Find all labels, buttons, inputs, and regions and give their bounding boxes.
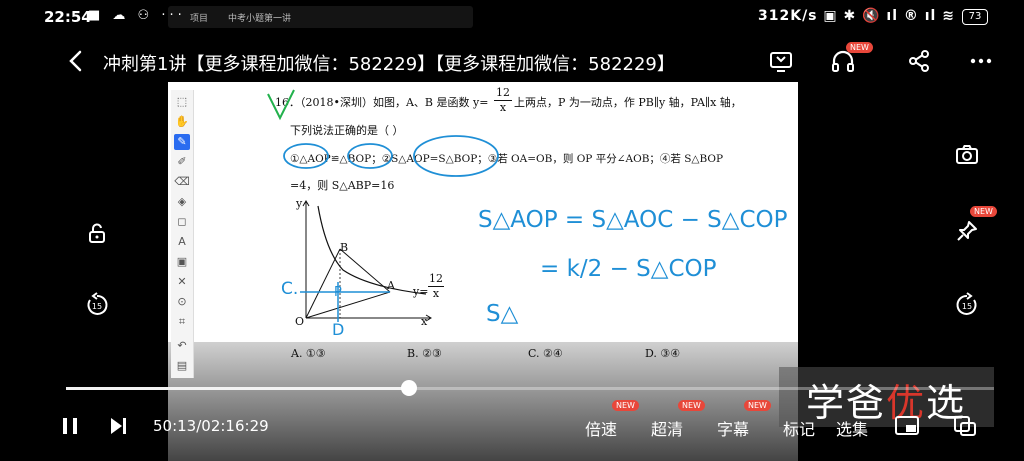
graph-label-fd: x [432,287,440,300]
ink-c-label: C. [281,279,299,299]
option-d: D. ③④ [645,347,681,360]
option-b: B. ②③ [407,347,442,360]
background-window-strip: 项目 中考小题第一讲 [168,6,473,28]
back-arrow-icon[interactable] [62,46,92,76]
ink-p-label: P [334,285,342,300]
video-title: 冲刺第1讲【更多课程加微信：582229】【更多课程加微信：582229】 [103,54,675,75]
ink-partial: S△ [486,301,519,327]
ink-equation-1: S△AOP = S△AOC − S△COP [478,207,788,233]
option-c: C. ②④ [528,347,563,360]
svg-text:15: 15 [92,302,102,311]
graph-label-func: y= [413,285,429,298]
graph-label-o: O [295,315,305,328]
picture-in-picture-icon[interactable] [894,414,920,438]
subtitle-button[interactable]: 字幕 [717,416,749,440]
status-time: 22:54 [44,8,92,26]
layers-tool-icon[interactable]: ▤ [174,358,190,374]
playback-timecode: 50:13/02:16:29 [153,417,269,435]
watermark-logo: 学爸优选 [806,372,966,427]
screen-lock-icon[interactable] [82,218,112,248]
new-badge: NEW [846,42,873,53]
pin-icon[interactable]: NEW [952,206,997,246]
quality-new-badge: NEW [678,400,705,411]
graph-label-fn: 12 [429,272,443,285]
window-tab-project: 项目 [190,14,209,24]
subtitle-new-badge: NEW [744,400,771,411]
rewind-15-icon[interactable]: 15 [82,290,112,320]
quality-button[interactable]: 超清 [651,416,683,440]
ink-d-label: D [332,320,345,339]
pin-new-badge: NEW [970,206,997,217]
progress-handle[interactable] [401,380,417,396]
mini-window-icon[interactable] [952,414,978,438]
speed-button[interactable]: 倍速 [585,416,617,440]
pause-icon[interactable] [58,414,82,438]
window-tab-lesson: 中考小题第一讲 [228,14,292,24]
cast-tv-icon[interactable] [764,44,798,78]
screenshot-camera-icon[interactable] [952,140,982,170]
next-episode-icon[interactable] [106,414,130,438]
bookmark-button[interactable]: 标记 [783,416,815,440]
net-speed-text: 312K/s [758,8,818,24]
graph-label-b: B [340,241,349,254]
battery-icon: 73 [962,9,988,25]
graph-label-x: x [421,315,428,328]
share-icon[interactable] [902,44,936,78]
speed-new-badge: NEW [612,400,639,411]
option-a: A. ①③ [291,347,326,360]
progress-played [66,387,409,390]
listen-headphone-icon[interactable]: NEW [826,42,873,78]
more-options-icon[interactable] [964,44,998,78]
svg-text:15: 15 [962,302,972,311]
graph-label-a: A [387,279,395,292]
graph-label-y: y [296,197,303,210]
episodes-button[interactable]: 选集 [836,416,868,440]
status-net-speed: 312K/s ▣ ✱ 🔇 ıl ® ıl ≋ [758,8,955,24]
ink-equation-2: = k/2 − S△COP [540,256,717,282]
forward-15-icon[interactable]: 15 [952,290,982,320]
